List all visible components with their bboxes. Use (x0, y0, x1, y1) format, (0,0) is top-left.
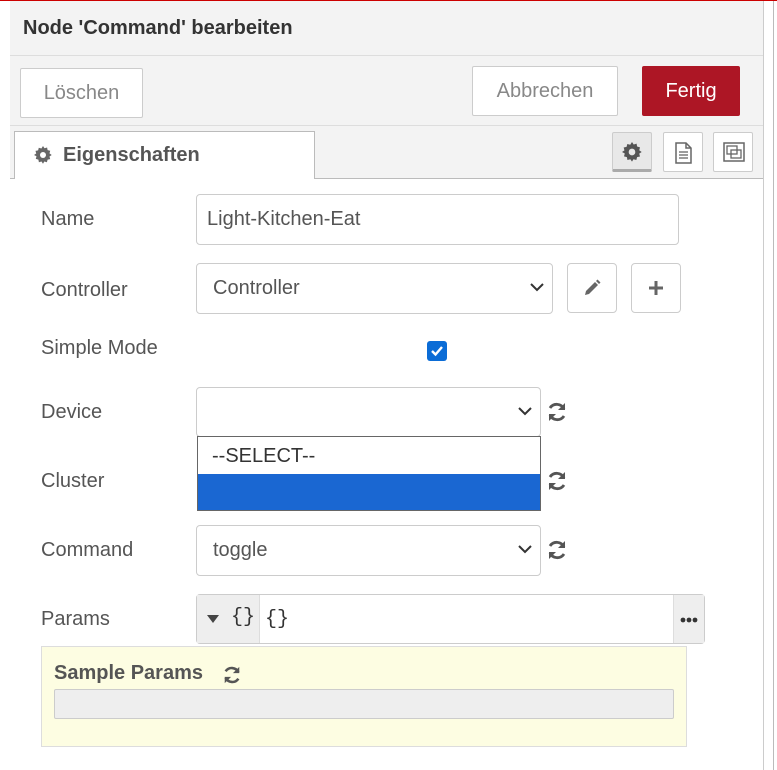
device-option-highlighted[interactable] (198, 474, 540, 510)
controller-select-value: Controller (213, 277, 300, 299)
tab-description-button[interactable] (663, 132, 703, 172)
chevron-down-icon (518, 545, 532, 554)
tab-settings-button[interactable] (612, 132, 652, 172)
tab-appearance-button[interactable] (713, 132, 753, 172)
name-label: Name (41, 208, 95, 230)
simple-mode-label: Simple Mode (41, 337, 158, 359)
ellipsis-icon (680, 617, 698, 623)
gear-icon (622, 142, 642, 162)
refresh-cluster-icon[interactable] (546, 470, 568, 492)
edit-tray: Node 'Command' bearbeiten Löschen Abbrec… (0, 0, 777, 770)
command-select-value: toggle (213, 539, 268, 561)
refresh-device-icon[interactable] (546, 401, 568, 423)
caret-down-icon (207, 615, 219, 623)
tray-header: Node 'Command' bearbeiten (10, 1, 763, 56)
checkmark-icon (431, 346, 443, 357)
chevron-down-icon (530, 283, 544, 292)
chevron-down-icon (518, 407, 532, 416)
scroll-edge (773, 1, 774, 770)
simple-mode-checkbox[interactable] (427, 341, 447, 361)
dialog-title: Node 'Command' bearbeiten (23, 17, 293, 39)
device-dropdown-list: --SELECT-- (197, 436, 541, 511)
done-button[interactable]: Fertig (642, 66, 740, 116)
sample-params-field (54, 689, 674, 719)
tray-toolbar: Löschen Abbrechen Fertig (10, 56, 763, 126)
params-type-selector[interactable]: {} (197, 595, 260, 643)
sample-params-panel: Sample Params (41, 646, 687, 747)
device-option-select[interactable]: --SELECT-- (198, 438, 540, 474)
edit-controller-button[interactable] (567, 263, 617, 313)
refresh-sample-icon[interactable] (222, 665, 242, 685)
params-typed-input[interactable]: {} {} (196, 594, 705, 644)
name-input[interactable]: Light-Kitchen-Eat (196, 194, 679, 245)
cluster-label: Cluster (41, 470, 105, 492)
document-icon (675, 142, 692, 164)
sample-params-title: Sample Params (54, 662, 203, 684)
params-value: {} (265, 608, 290, 631)
params-label: Params (41, 608, 110, 630)
add-controller-button[interactable] (631, 263, 681, 313)
delete-button[interactable]: Löschen (20, 68, 143, 118)
controller-label: Controller (41, 279, 128, 301)
command-select[interactable]: toggle (196, 525, 541, 576)
cancel-button[interactable]: Abbrechen (472, 66, 618, 116)
device-select[interactable] (196, 387, 541, 437)
tabs-bar: Eigenschaften (10, 126, 763, 179)
command-label: Command (41, 539, 134, 561)
device-label: Device (41, 401, 103, 423)
tab-properties-label: Eigenschaften (63, 144, 200, 166)
frame-icon (723, 142, 745, 162)
tab-properties[interactable]: Eigenschaften (14, 131, 315, 179)
params-type-symbol: {} (231, 606, 256, 629)
params-expand-button[interactable] (673, 595, 704, 643)
controller-select[interactable]: Controller (196, 263, 553, 314)
refresh-command-icon[interactable] (546, 539, 568, 561)
plus-icon (649, 281, 663, 295)
pencil-icon (585, 279, 601, 295)
tray-divider (763, 1, 764, 770)
gear-icon (34, 146, 52, 164)
